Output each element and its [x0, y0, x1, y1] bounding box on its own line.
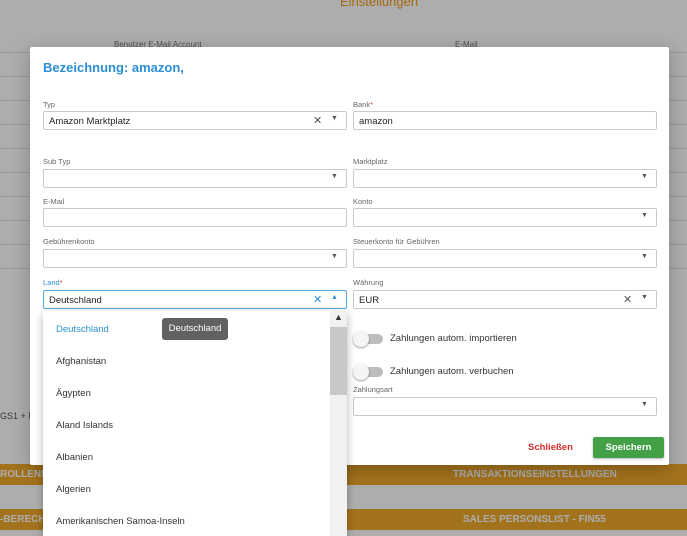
chevron-up-icon[interactable]: ▲	[334, 312, 343, 322]
land-select[interactable]: Deutschland ✕ ▲	[43, 290, 347, 309]
toggle-knob	[353, 331, 369, 347]
steuerkonto-label: Steuerkonto für Gebühren	[353, 237, 440, 246]
import-toggle[interactable]	[353, 331, 383, 347]
sub-typ-select[interactable]: ▼	[43, 169, 347, 188]
modal-title-value: amazon,	[131, 60, 184, 75]
list-item[interactable]: Afghanistan	[56, 356, 106, 367]
steuerkonto-select[interactable]: ▼	[353, 249, 657, 268]
marktplatz-label: Marktplatz	[353, 157, 388, 166]
list-item[interactable]: Algerien	[56, 484, 91, 495]
land-value: Deutschland	[49, 295, 102, 306]
book-toggle[interactable]	[353, 364, 383, 380]
save-button[interactable]: Speichern	[593, 437, 664, 458]
konto-label: Konto	[353, 197, 373, 206]
marktplatz-select[interactable]: ▼	[353, 169, 657, 188]
modal-title-prefix: Bezeichnung:	[43, 60, 129, 75]
scrollbar-thumb[interactable]	[330, 327, 347, 395]
bank-input[interactable]: amazon	[353, 111, 657, 130]
typ-label: Typ	[43, 100, 56, 109]
waehrung-select[interactable]: EUR ✕ ▼	[353, 290, 657, 309]
list-item[interactable]: Aland Islands	[56, 420, 113, 431]
zahlungsart-select[interactable]: ▼	[353, 397, 657, 416]
land-label: Land*	[43, 278, 63, 287]
tooltip: Deutschland	[162, 318, 228, 340]
bank-value: amazon	[359, 116, 393, 127]
close-icon[interactable]: ✕	[623, 293, 632, 306]
chevron-down-icon[interactable]: ▼	[641, 173, 648, 180]
waehrung-value: EUR	[359, 295, 380, 306]
waehrung-label: Währung	[353, 278, 384, 287]
email-label: E-Mail	[43, 197, 65, 206]
typ-value: Amazon Marktplatz	[49, 116, 131, 127]
close-button[interactable]: Schließen	[528, 442, 573, 453]
book-toggle-label: Zahlungen autom. verbuchen	[390, 366, 514, 377]
land-dropdown-list: Deutschland Afghanistan Ägypten Aland Is…	[43, 311, 347, 536]
chevron-down-icon[interactable]: ▼	[641, 253, 648, 260]
close-icon[interactable]: ✕	[313, 114, 322, 127]
modal-title: Bezeichnung: amazon,	[43, 60, 184, 75]
scrollbar[interactable]: ▲	[330, 311, 347, 536]
chevron-down-icon[interactable]: ▼	[641, 401, 648, 408]
gebuehrenkonto-select[interactable]: ▼	[43, 249, 347, 268]
list-item[interactable]: Ägypten	[56, 388, 91, 399]
list-item[interactable]: Deutschland	[56, 324, 109, 335]
list-item[interactable]: Albanien	[56, 452, 93, 463]
chevron-down-icon[interactable]: ▼	[641, 294, 648, 301]
sub-typ-label: Sub Typ	[43, 157, 71, 166]
gebuehrenkonto-label: Gebührenkonto	[43, 237, 95, 246]
zahlungsart-label: Zahlungsart	[353, 385, 393, 394]
chevron-up-icon[interactable]: ▲	[331, 294, 338, 301]
konto-select[interactable]: ▼	[353, 208, 657, 227]
chevron-down-icon[interactable]: ▼	[641, 212, 648, 219]
chevron-down-icon[interactable]: ▼	[331, 173, 338, 180]
close-icon[interactable]: ✕	[313, 293, 322, 306]
chevron-down-icon[interactable]: ▼	[331, 115, 338, 122]
email-field[interactable]	[43, 208, 347, 227]
bank-label: Bank*	[353, 100, 374, 109]
typ-select[interactable]: Amazon Marktplatz ✕ ▼	[43, 111, 347, 130]
import-toggle-label: Zahlungen autom. importieren	[390, 333, 517, 344]
list-item[interactable]: Amerikanischen Samoa-Inseln	[56, 516, 185, 527]
chevron-down-icon[interactable]: ▼	[331, 253, 338, 260]
toggle-knob	[353, 364, 369, 380]
